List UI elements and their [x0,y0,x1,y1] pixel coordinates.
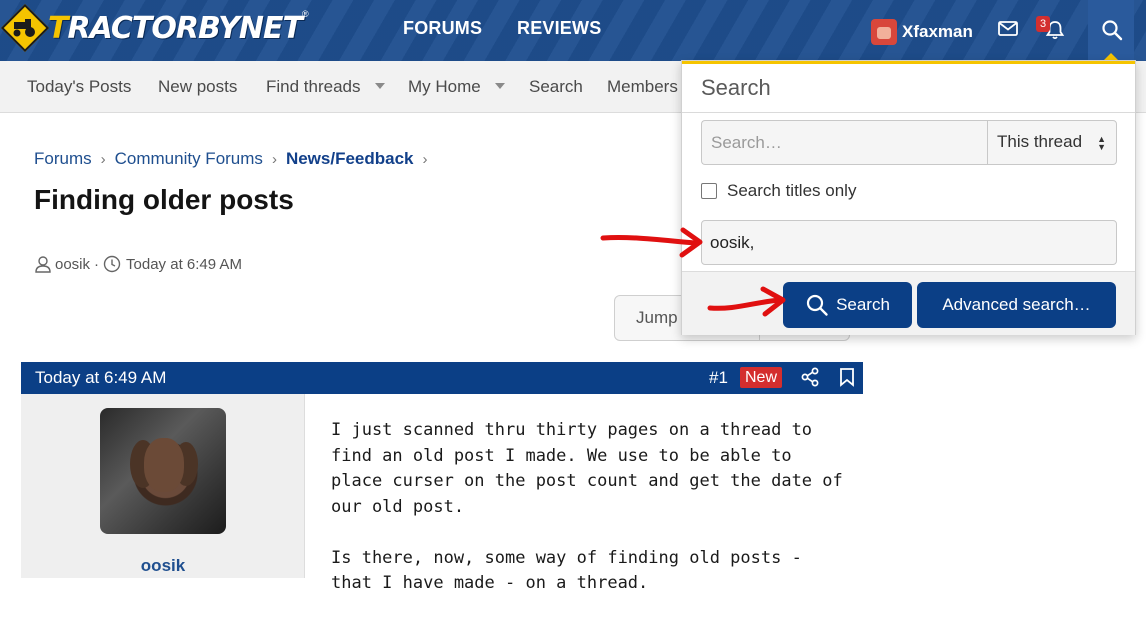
user-menu[interactable]: Xfaxman [871,19,973,45]
page-title: Finding older posts [34,184,294,215]
thread-date[interactable]: Today at 6:49 AM [126,256,242,273]
search-scope-value: This thread [997,132,1083,151]
breadcrumb-community-forums[interactable]: Community Forums [115,149,263,169]
chevron-right-icon: › [271,150,277,168]
search-menu-footer: Search Advanced search… [682,271,1135,335]
post-header-bar: Today at 6:49 AM #1 New [21,362,863,394]
search-scope-select[interactable]: This thread ▲ ▼ [987,120,1117,165]
subnav-new-posts[interactable]: New posts [158,77,237,97]
new-badge: New [740,367,783,388]
subnav-find-threads[interactable]: Find threads [266,77,385,97]
site-header: TRACTORBYNET ® FORUMS REVIEWS Xfaxman 3 [0,0,1146,61]
site-logo[interactable]: TRACTORBYNET ® [0,2,309,54]
titles-only-checkbox[interactable] [701,183,717,199]
titles-only-label: Search titles only [727,181,857,200]
titles-only-option[interactable]: Search titles only [701,181,856,201]
jump-label: Jump [636,308,678,327]
chevron-right-icon: › [100,150,106,168]
post-paragraph: I just scanned thru thirty pages on a th… [331,420,843,517]
post-user-sidebar: oosik [21,394,305,578]
search-icon [806,294,828,316]
breadcrumb: Forums › Community Forums › News/Feedbac… [34,149,437,169]
clock-icon [103,255,121,273]
member-filter-value: oosik, [710,233,755,252]
bookmark-icon[interactable] [838,367,856,387]
breadcrumb-forums[interactable]: Forums [34,149,92,169]
search-input[interactable] [701,120,987,165]
nav-forums[interactable]: FORUMS [403,18,482,39]
chevron-down-icon[interactable] [374,83,385,89]
post-timestamp[interactable]: Today at 6:49 AM [35,368,166,388]
post-paragraph: Is there, now, some way of finding old p… [331,547,802,594]
subnav-search[interactable]: Search [529,77,583,97]
member-filter-input[interactable]: oosik, [701,220,1117,265]
search-menu-header: Search [682,64,1135,113]
search-button-label: Search [836,295,890,314]
search-button[interactable]: Search [783,282,912,328]
chevron-right-icon: › [422,150,428,168]
subnav-members[interactable]: Members [607,77,678,97]
post-number[interactable]: #1 [709,368,728,388]
share-icon[interactable] [800,367,820,387]
subnav-todays-posts[interactable]: Today's Posts [27,77,131,97]
site-logo-text: TRACTORBYNET [48,10,303,46]
search-dropdown-menu: Search This thread ▲▼ Search titles only… [681,60,1136,335]
post-avatar[interactable] [100,408,226,534]
thread-author[interactable]: oosik [55,256,90,273]
search-menu-title: Search [701,75,771,100]
notification-badge: 3 [1036,16,1050,32]
breadcrumb-news-feedback[interactable]: News/Feedback [286,149,414,169]
search-icon [1102,20,1123,41]
avatar [871,19,897,45]
select-arrows-icon: ▲ ▼ [1097,134,1106,152]
thread-meta: oosik · Today at 6:49 AM [34,255,246,273]
nav-reviews[interactable]: REVIEWS [517,18,601,39]
subnav-my-home[interactable]: My Home [408,77,505,97]
user-icon [35,256,51,273]
username: Xfaxman [902,22,973,41]
advanced-search-button[interactable]: Advanced search… [917,282,1116,328]
post-author-name[interactable]: oosik [21,556,305,576]
registered-mark: ® [301,9,309,19]
meta-separator: · [94,255,100,273]
chevron-down-icon[interactable] [494,83,505,89]
search-toggle-button[interactable] [1088,0,1134,61]
inbox-icon[interactable] [997,18,1019,40]
tractor-logo-icon [0,3,50,53]
post-body: I just scanned thru thirty pages on a th… [331,418,851,622]
